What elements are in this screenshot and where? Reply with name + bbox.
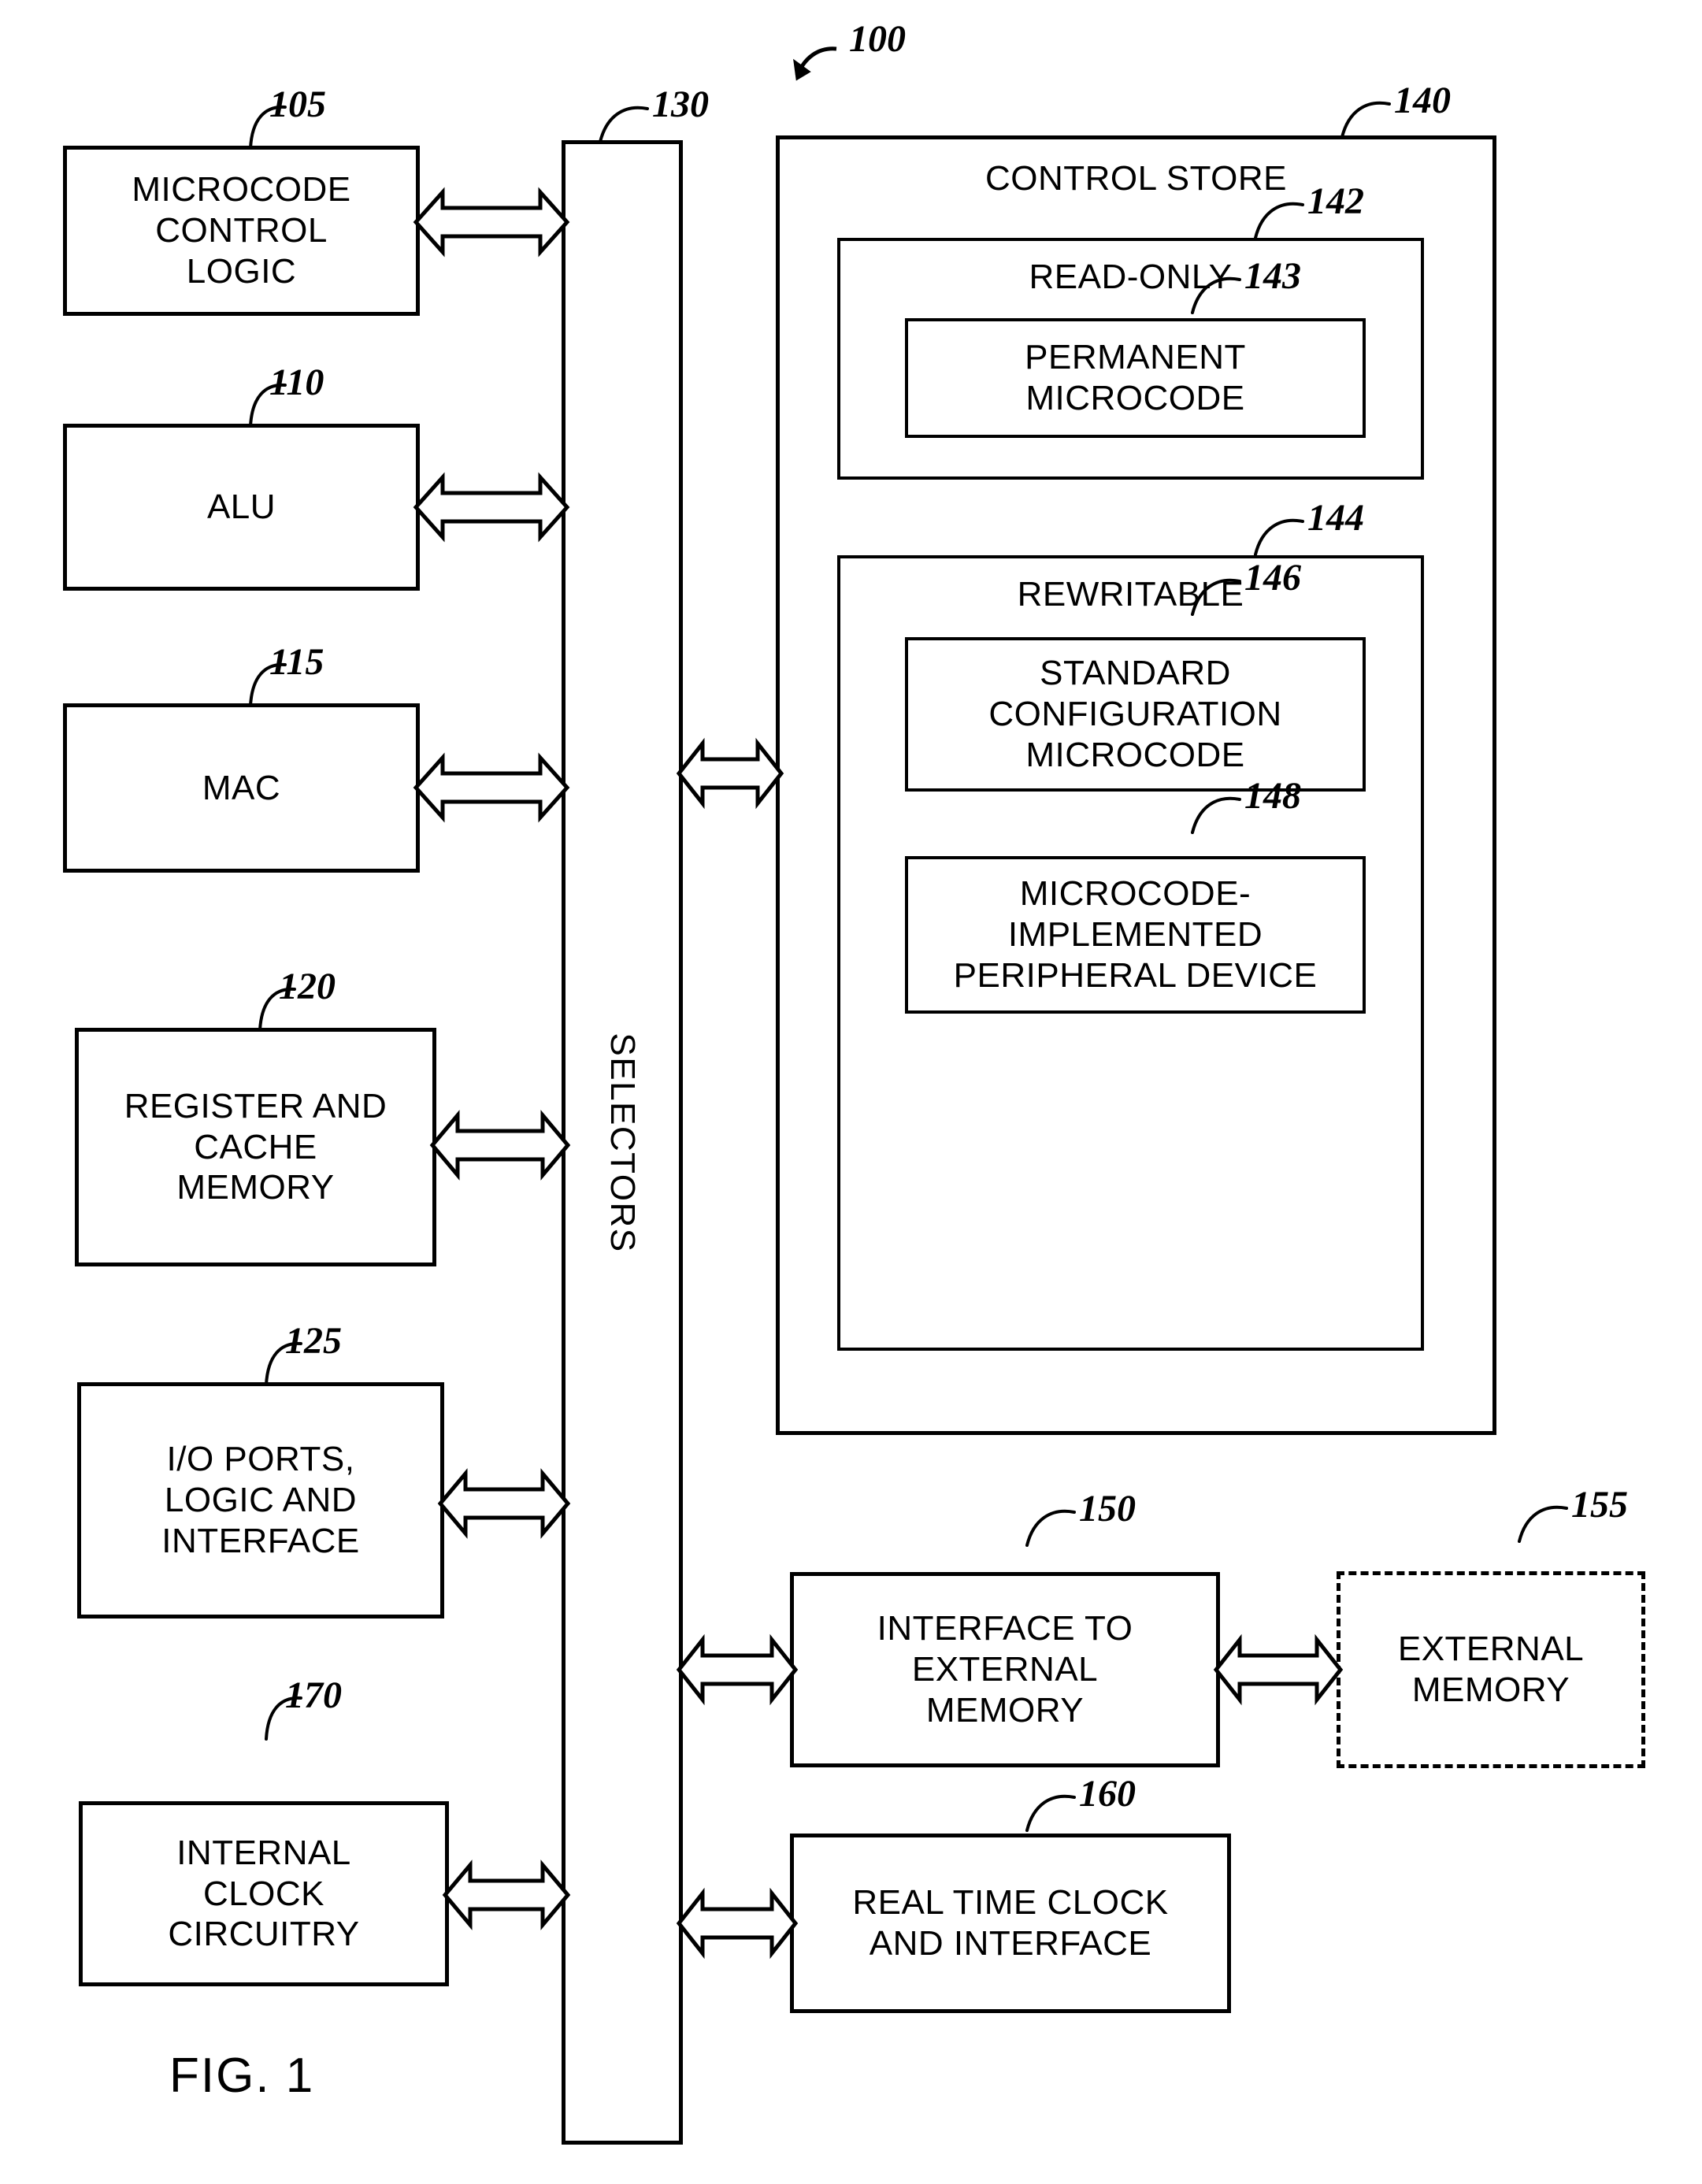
block-label-io-ports: I/O PORTS, LOGIC AND INTERFACE bbox=[161, 1440, 360, 1560]
ref-numeral-170: 170 bbox=[285, 1674, 342, 1716]
block-label-microcode-control-logic: MICROCODE CONTROL LOGIC bbox=[132, 170, 351, 291]
ref-numeral-146: 146 bbox=[1244, 557, 1301, 599]
arrow-selectors-to-interface-external-memory bbox=[676, 1627, 799, 1712]
ref-numeral-105: 105 bbox=[269, 83, 326, 125]
block-selectors: SELECTORS bbox=[562, 140, 683, 2145]
block-real-time-clock-and-interface: REAL TIME CLOCK AND INTERFACE bbox=[790, 1834, 1231, 2013]
block-read-only: READ-ONLY PERMANENT MICROCODE bbox=[837, 238, 1424, 480]
arrow-io-ports-to-selectors bbox=[437, 1461, 571, 1546]
ref-numeral-115: 115 bbox=[269, 641, 324, 683]
arrow-internal-clock-to-selectors bbox=[442, 1852, 571, 1937]
ref-numeral-143: 143 bbox=[1244, 255, 1301, 297]
block-label-interface-to-external-memory: INTERFACE TO EXTERNAL MEMORY bbox=[877, 1609, 1133, 1730]
block-interface-to-external-memory: INTERFACE TO EXTERNAL MEMORY bbox=[790, 1572, 1220, 1767]
arrow-selectors-to-control-store bbox=[676, 731, 784, 816]
ref-numeral-142: 142 bbox=[1307, 180, 1364, 222]
ref-numeral-120: 120 bbox=[279, 966, 336, 1007]
ref-numeral-110: 110 bbox=[269, 362, 324, 403]
block-control-store: CONTROL STORE READ-ONLY PERMANENT MICROC… bbox=[776, 135, 1496, 1435]
block-permanent-microcode: PERMANENT MICROCODE bbox=[905, 318, 1366, 438]
arrow-alu-to-selectors bbox=[413, 465, 570, 550]
arrow-mac-to-selectors bbox=[413, 745, 570, 830]
block-microcode-implemented-peripheral-device: MICROCODE- IMPLEMENTED PERIPHERAL DEVICE bbox=[905, 856, 1366, 1014]
block-standard-configuration-microcode: STANDARD CONFIGURATION MICROCODE bbox=[905, 637, 1366, 792]
leader-155 bbox=[1508, 1500, 1571, 1546]
block-label-internal-clock-circuitry: INTERNAL CLOCK CIRCUITRY bbox=[168, 1833, 360, 1954]
block-internal-clock-circuitry: INTERNAL CLOCK CIRCUITRY bbox=[79, 1801, 449, 1986]
ref-numeral-125: 125 bbox=[285, 1320, 342, 1362]
block-label-alu: ALU bbox=[206, 488, 276, 527]
ref-numeral-148: 148 bbox=[1244, 775, 1301, 817]
figure-caption: FIG. 1 bbox=[169, 2049, 315, 2103]
block-mac: MAC bbox=[63, 703, 420, 873]
arrow-interface-to-external-memory bbox=[1213, 1627, 1344, 1712]
block-label-rewritable: REWRITABLE bbox=[1017, 575, 1244, 614]
block-label-mac: MAC bbox=[202, 768, 281, 807]
block-label-read-only: READ-ONLY bbox=[1029, 258, 1233, 296]
block-label-standard-configuration-microcode: STANDARD CONFIGURATION MICROCODE bbox=[988, 654, 1282, 774]
ref-numeral-130: 130 bbox=[652, 83, 709, 125]
block-external-memory: EXTERNAL MEMORY bbox=[1337, 1571, 1645, 1768]
patent-figure-1: 100 105 MICROCODE CONTROL LOGIC 110 ALU … bbox=[0, 0, 1702, 2184]
leader-150 bbox=[1016, 1504, 1079, 1550]
block-label-external-memory: EXTERNAL MEMORY bbox=[1397, 1630, 1585, 1709]
leader-160 bbox=[1016, 1789, 1079, 1835]
arrow-register-cache-to-selectors bbox=[429, 1103, 571, 1188]
system-pointer-arrow bbox=[788, 39, 843, 87]
block-io-ports: I/O PORTS, LOGIC AND INTERFACE bbox=[77, 1382, 444, 1619]
block-label-register-cache-memory: REGISTER AND CACHE MEMORY bbox=[124, 1086, 387, 1207]
arrow-selectors-to-real-time-clock bbox=[676, 1881, 799, 1966]
block-label-permanent-microcode: PERMANENT MICROCODE bbox=[1025, 338, 1246, 417]
block-label-selectors: SELECTORS bbox=[603, 1032, 642, 1253]
block-label-control-store: CONTROL STORE bbox=[985, 159, 1287, 198]
block-label-microcode-implemented-peripheral-device: MICROCODE- IMPLEMENTED PERIPHERAL DEVICE bbox=[953, 874, 1318, 995]
block-rewritable: REWRITABLE STANDARD CONFIGURATION MICROC… bbox=[837, 555, 1424, 1351]
ref-numeral-160: 160 bbox=[1079, 1773, 1136, 1815]
block-alu: ALU bbox=[63, 424, 420, 591]
ref-numeral-140: 140 bbox=[1394, 80, 1451, 121]
ref-numeral-155: 155 bbox=[1571, 1484, 1628, 1526]
block-register-cache-memory: REGISTER AND CACHE MEMORY bbox=[75, 1028, 436, 1266]
arrow-microcode-control-logic-to-selectors bbox=[413, 180, 570, 265]
block-label-real-time-clock-and-interface: REAL TIME CLOCK AND INTERFACE bbox=[852, 1883, 1169, 1963]
ref-numeral-150: 150 bbox=[1079, 1488, 1136, 1530]
ref-numeral-100: 100 bbox=[849, 18, 906, 60]
block-microcode-control-logic: MICROCODE CONTROL LOGIC bbox=[63, 146, 420, 316]
ref-numeral-144: 144 bbox=[1307, 497, 1364, 539]
